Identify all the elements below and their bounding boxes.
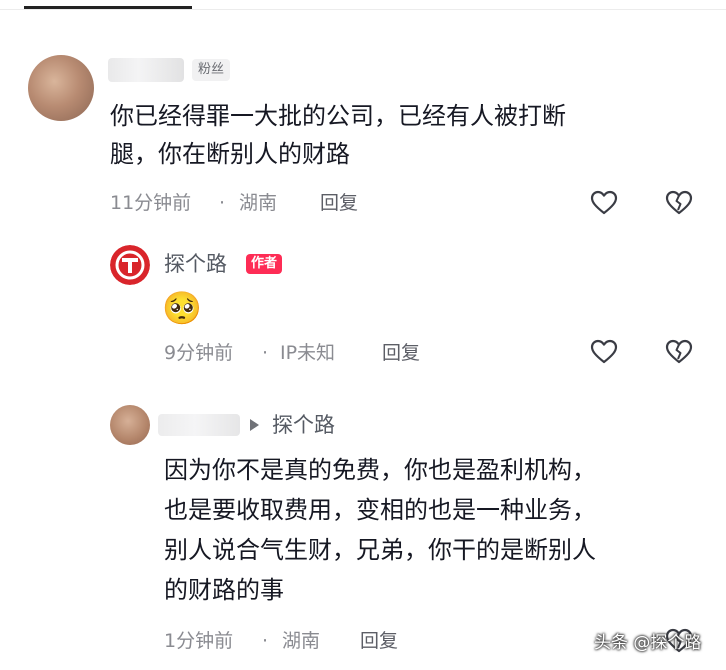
comment-text-line: 别人说合气生财，兄弟，你干的是断别人 (164, 536, 596, 564)
meta-separator: · (262, 630, 269, 652)
emoji-reaction: 🥺 (162, 289, 202, 327)
meta-separator: · (219, 192, 226, 214)
watermark: 头条 @探个路 (594, 633, 702, 653)
arrow-right-icon (250, 419, 259, 431)
comment-text-line: 的财路的事 (164, 576, 284, 604)
username-blurred[interactable] (158, 414, 240, 436)
author-name[interactable]: 探个路 (164, 250, 227, 278)
reply-to-name[interactable]: 探个路 (272, 411, 335, 439)
author-logo-icon[interactable] (110, 245, 150, 285)
comment-location: 湖南 (239, 192, 278, 214)
dislike-broken-heart-icon[interactable] (665, 190, 693, 216)
comment-location: IP未知 (280, 342, 336, 364)
author-badge: 作者 (246, 254, 283, 274)
top-divider (0, 9, 726, 10)
reply-button[interactable]: 回复 (382, 340, 420, 366)
avatar[interactable] (28, 55, 94, 121)
avatar[interactable] (110, 405, 150, 445)
reply-button[interactable]: 回复 (360, 628, 398, 654)
comment-text-line: 因为你不是真的免费，你也是盈利机构， (164, 456, 596, 484)
comment-text-line: 你已经得罪一大批的公司，已经有人被打断 (110, 102, 566, 130)
comment-time: 9分钟前 (164, 342, 234, 364)
dislike-broken-heart-icon[interactable] (665, 339, 693, 365)
like-heart-icon[interactable] (590, 190, 618, 216)
comment-location: 湖南 (282, 630, 321, 652)
fan-badge: 粉丝 (192, 59, 231, 81)
meta-separator: · (262, 342, 269, 364)
comment-time: 11分钟前 (110, 192, 192, 214)
reply-button[interactable]: 回复 (320, 190, 358, 216)
comment-text-line: 腿，你在断别人的财路 (110, 140, 350, 168)
comment-text-line: 也是要收取费用，变相的也是一种业务， (164, 496, 596, 524)
username-blurred[interactable] (108, 58, 184, 82)
like-heart-icon[interactable] (590, 339, 618, 365)
comment-time: 1分钟前 (164, 630, 234, 652)
